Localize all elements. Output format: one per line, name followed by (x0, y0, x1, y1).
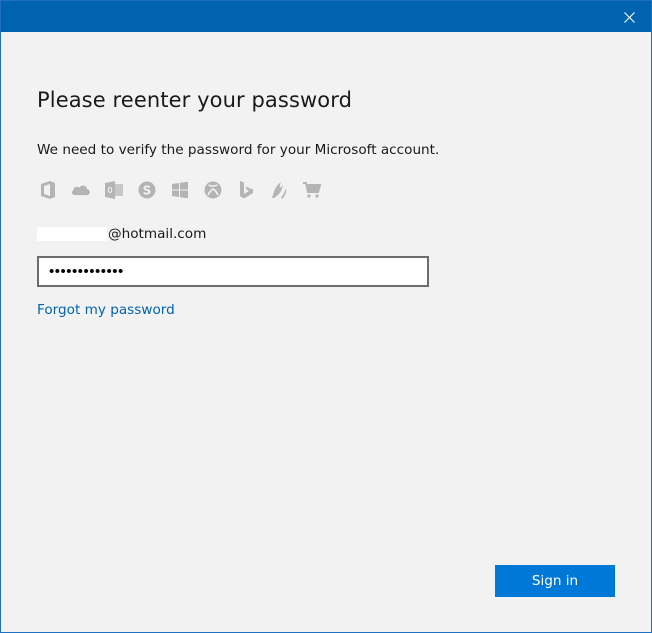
skype-icon: S (136, 179, 158, 201)
account-email: @hotmail.com (37, 226, 206, 242)
store-icon (301, 179, 323, 201)
bing-icon (235, 179, 257, 201)
svg-text:S: S (143, 184, 152, 198)
onedrive-icon (70, 179, 92, 201)
dialog-content: Please reenter your password We need to … (37, 32, 615, 632)
service-icons-row: S (37, 179, 323, 201)
email-username-redacted (37, 227, 107, 241)
windows-icon (169, 179, 191, 201)
outlook-icon (103, 179, 125, 201)
dialog-window: Please reenter your password We need to … (0, 0, 652, 633)
xbox-icon (202, 179, 224, 201)
office-icon (37, 179, 59, 201)
title-bar (1, 1, 651, 32)
page-title: Please reenter your password (37, 88, 353, 112)
email-domain: @hotmail.com (108, 226, 207, 242)
description-text: We need to verify the password for your … (37, 142, 440, 158)
msn-icon (268, 179, 290, 201)
password-input[interactable] (37, 256, 429, 287)
close-button[interactable] (613, 2, 645, 32)
forgot-password-link[interactable]: Forgot my password (37, 302, 175, 318)
sign-in-button[interactable]: Sign in (495, 565, 615, 597)
close-icon (623, 8, 635, 27)
